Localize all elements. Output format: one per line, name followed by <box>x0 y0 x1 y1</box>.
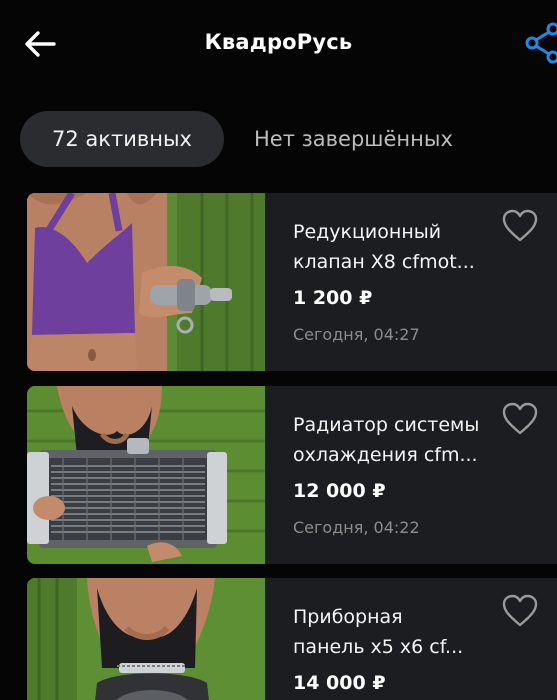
favorite-button[interactable] <box>502 209 538 243</box>
listing-price: 1 200 ₽ <box>293 287 373 309</box>
tab-completed-listings[interactable]: Нет завершённых <box>254 111 453 167</box>
listing-title: Радиатор системы охлаждения cfm... <box>293 414 480 466</box>
listing-photo <box>27 578 265 700</box>
share-button[interactable] <box>523 22 557 66</box>
favorite-button[interactable] <box>502 594 538 628</box>
listing-date: Сегодня, 04:27 <box>293 325 420 344</box>
listing-info: Приборная панель x5 x6 cf... 14 000 ₽ <box>293 602 513 694</box>
app-screen: КвадроРусь 72 активных Нет завершённых Р… <box>0 0 557 700</box>
top-bar: КвадроРусь <box>0 0 557 92</box>
listing-date: Сегодня, 04:22 <box>293 518 420 537</box>
listing-info: Редукционный клапан X8 cfmot... 1 200 ₽ … <box>293 217 513 344</box>
listing-card[interactable]: Редукционный клапан X8 cfmot... 1 200 ₽ … <box>27 193 557 371</box>
listing-price: 14 000 ₽ <box>293 672 386 694</box>
heart-outline-icon <box>502 209 538 242</box>
tab-active-listings[interactable]: 72 активных <box>20 111 224 167</box>
listing-title: Редукционный клапан X8 cfmot... <box>293 221 475 273</box>
listing-card[interactable]: Радиатор системы охлаждения cfm... 12 00… <box>27 386 557 564</box>
share-icon <box>525 22 557 64</box>
listing-card[interactable]: Приборная панель x5 x6 cf... 14 000 ₽ <box>27 578 557 700</box>
listing-info: Радиатор системы охлаждения cfm... 12 00… <box>293 410 513 537</box>
heart-outline-icon <box>502 594 538 627</box>
listing-title: Приборная панель x5 x6 cf... <box>293 606 464 658</box>
listing-filter-tabs: 72 активных Нет завершённых <box>0 108 557 168</box>
listing-price: 12 000 ₽ <box>293 480 386 502</box>
heart-outline-icon <box>502 402 538 435</box>
page-title: КвадроРусь <box>204 30 353 54</box>
listing-photo <box>27 386 265 564</box>
favorite-button[interactable] <box>502 402 538 436</box>
listing-photo <box>27 193 265 371</box>
